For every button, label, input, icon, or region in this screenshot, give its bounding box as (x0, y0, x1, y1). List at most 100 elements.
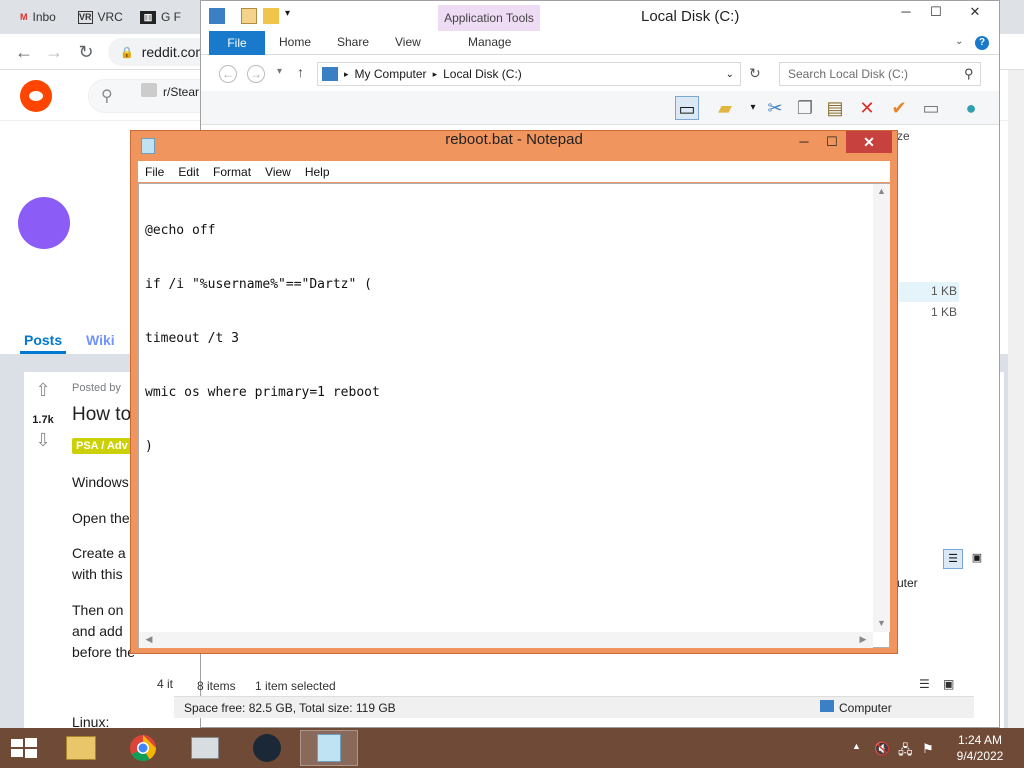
delete-icon[interactable]: ✕ (855, 96, 879, 120)
museum-icon: ▥ (140, 10, 156, 24)
tab-wiki[interactable]: Wiki (86, 332, 115, 348)
subreddit-avatar[interactable] (18, 197, 70, 249)
text-line: if /i "%username%"=="Dartz" ( (145, 277, 372, 292)
tray-chevron-up-icon[interactable]: ▲ (852, 741, 861, 751)
tab-posts[interactable]: Posts (24, 332, 62, 348)
menu-edit[interactable]: Edit (171, 165, 206, 179)
menu-file[interactable]: File (138, 165, 171, 179)
view-toggle: ☰ ▣ (943, 549, 989, 571)
paste-icon[interactable]: ▤ (823, 96, 847, 120)
maximize-icon[interactable]: ☐ (819, 131, 845, 153)
up-arrow-icon[interactable]: ↑ (297, 64, 304, 80)
minimize-icon[interactable]: ─ (891, 1, 921, 23)
vote-count: 1.7k (32, 414, 54, 426)
action-center-icon[interactable]: ⚑ (922, 741, 934, 757)
explorer-app-icon[interactable] (209, 8, 225, 24)
taskbar-notepad[interactable] (300, 730, 358, 766)
checkmark-icon[interactable]: ✔ (887, 96, 911, 120)
back-arrow-icon[interactable]: ← (219, 65, 237, 83)
folder-check-icon[interactable]: ▰ (713, 96, 737, 120)
refresh-icon[interactable]: ↻ (749, 65, 761, 82)
preview-pane-icon[interactable]: ▭ (675, 96, 699, 120)
new-folder-icon[interactable] (263, 8, 279, 24)
search-input[interactable]: Search Local Disk (C:) ⚲ (779, 62, 981, 86)
downvote-icon[interactable]: ⇩ (32, 430, 54, 451)
browser-tab-gf[interactable]: ▥ G F (134, 4, 190, 30)
minimize-icon[interactable]: ─ (791, 131, 817, 153)
taskbar-file-explorer[interactable] (52, 730, 110, 766)
network-shell-icon[interactable]: ● (959, 96, 983, 120)
breadcrumb-my-computer[interactable]: My Computer (355, 67, 427, 81)
help-icon[interactable]: ? (975, 36, 989, 50)
ribbon-tabs: File Home Share View Manage ⌄ ? (201, 31, 999, 55)
start-button[interactable] (10, 737, 38, 759)
copy-icon[interactable]: ❐ (793, 96, 817, 120)
post-text: before the (72, 644, 136, 660)
notepad-icon[interactable] (141, 138, 155, 154)
text-line: wmic os where primary=1 reboot (145, 385, 380, 400)
taskbar: ▲ 🔇 🖧 ⚑ 1:24 AM 9/4/2022 (0, 728, 1024, 768)
notepad-vertical-scrollbar[interactable]: ▲ ▼ (873, 184, 890, 632)
browser-tab-vrc[interactable]: VR VRC (72, 4, 124, 30)
network-icon[interactable]: 🖧 (898, 741, 913, 763)
reddit-logo-icon[interactable] (20, 80, 52, 112)
back-arrow-icon[interactable]: ← (14, 42, 34, 62)
chrome-icon (130, 735, 157, 762)
scroll-left-icon[interactable]: ◀ (143, 634, 155, 645)
chevron-down-icon[interactable]: ⌄ (726, 69, 734, 80)
recent-chevron-icon[interactable]: ▾ (277, 66, 282, 77)
nav-pane-item[interactable]: uter (897, 576, 918, 590)
large-icons-view-icon[interactable]: ▣ (967, 549, 987, 569)
forward-arrow-icon[interactable]: → (247, 65, 265, 83)
ribbon-expand-icon[interactable]: ⌄ (955, 36, 963, 47)
properties-icon[interactable] (241, 8, 257, 24)
status-item-count-partial: 4 it (157, 677, 174, 691)
upvote-icon[interactable]: ⇧ (32, 380, 54, 401)
search-chip-text: r/Stear (163, 85, 200, 99)
cut-icon[interactable]: ✂ (763, 96, 787, 120)
vr-icon: VR (78, 10, 93, 24)
taskbar-chrome[interactable] (114, 730, 172, 766)
notepad-icon (317, 734, 341, 762)
menu-format[interactable]: Format (206, 165, 258, 179)
browser-scrollbar[interactable] (1008, 70, 1024, 728)
maximize-icon[interactable]: ☐ (921, 1, 951, 23)
notepad-horizontal-scrollbar[interactable]: ◀ ▶ (139, 632, 873, 648)
close-icon[interactable]: ✕ (846, 131, 892, 153)
rename-icon[interactable]: ▭ (919, 96, 943, 120)
post-title[interactable]: How to (72, 404, 131, 426)
tab-view[interactable]: View (395, 35, 421, 49)
tab-manage[interactable]: Manage (468, 35, 511, 49)
post-text: Open the (72, 510, 130, 526)
taskbar-resource-monitor[interactable] (176, 730, 234, 766)
address-bar[interactable]: ▸ My Computer ▸ Local Disk (C:) ⌄ (317, 62, 741, 86)
chevron-down-icon[interactable]: ▾ (285, 8, 290, 19)
details-view-icon[interactable]: ☰ (943, 549, 963, 569)
details-view-icon[interactable]: ☰ (919, 677, 930, 691)
browser-tab-gmail[interactable]: M Inbo (14, 4, 60, 30)
editor-text[interactable]: @echo off if /i "%username%"=="Dartz" ( … (145, 186, 380, 492)
menu-help[interactable]: Help (298, 165, 337, 179)
system-clock[interactable]: 1:24 AM 9/4/2022 (948, 732, 1012, 764)
tab-file[interactable]: File (209, 31, 265, 55)
text-line: @echo off (145, 223, 216, 238)
chevron-down-icon[interactable]: ▾ (741, 96, 765, 120)
menu-view[interactable]: View (258, 165, 298, 179)
tab-home[interactable]: Home (279, 35, 311, 49)
gmail-icon: M (20, 12, 28, 22)
close-icon[interactable]: ✕ (953, 1, 997, 23)
taskbar-steam[interactable] (238, 730, 296, 766)
volume-muted-icon[interactable]: 🔇 (874, 741, 890, 757)
clock-date: 9/4/2022 (956, 749, 1004, 763)
forward-arrow-icon[interactable]: → (44, 42, 64, 62)
scroll-down-icon[interactable]: ▼ (873, 618, 890, 628)
notepad-editor[interactable]: @echo off if /i "%username%"=="Dartz" ( … (138, 183, 890, 648)
reload-icon[interactable]: ↻ (76, 42, 96, 62)
tab-share[interactable]: Share (337, 35, 369, 49)
large-icons-view-icon[interactable]: ▣ (943, 677, 954, 691)
size-column-header[interactable]: ze (897, 129, 910, 143)
scroll-right-icon[interactable]: ▶ (857, 634, 869, 645)
scroll-up-icon[interactable]: ▲ (873, 186, 890, 196)
search-icon: ⚲ (964, 66, 974, 81)
breadcrumb-local-disk[interactable]: Local Disk (C:) (443, 67, 522, 81)
